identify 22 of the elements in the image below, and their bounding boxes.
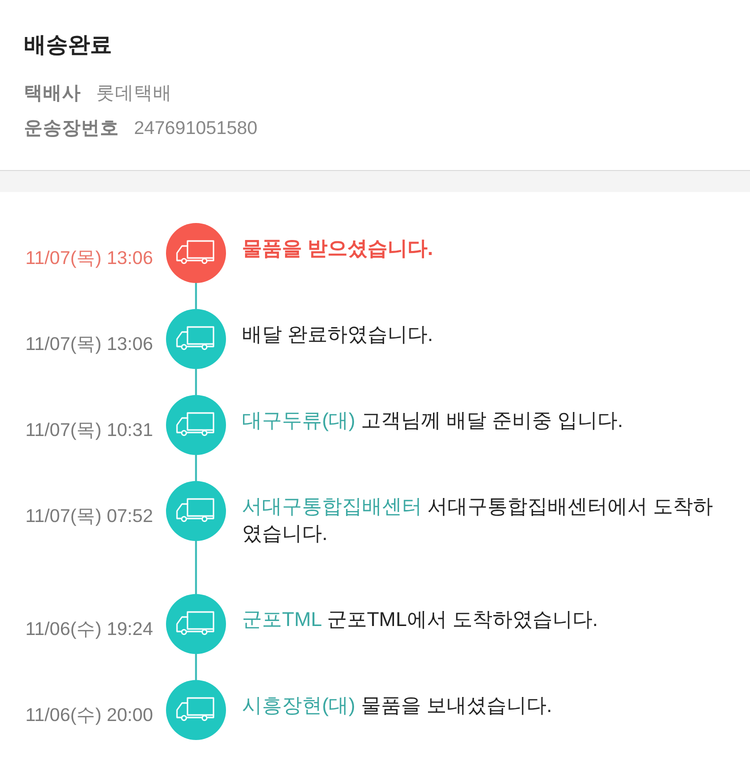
event-time: 11/07(목) 10:31 <box>25 419 153 440</box>
event-time: 11/06(수) 20:00 <box>25 704 153 725</box>
event-message: 서대구통합집배센터 서대구통합집배센터에서 도착하였습니다. <box>242 495 714 547</box>
event-time: 11/06(수) 19:24 <box>25 618 153 639</box>
event-time: 11/07(목) 13:06 <box>25 333 153 354</box>
event-time: 11/07(목) 07:52 <box>25 505 153 526</box>
field-value: 롯데택배 <box>96 81 172 105</box>
connector-line <box>195 369 197 395</box>
status-title: 배송완료 <box>24 31 112 59</box>
event-message: 시흥장현(대) 물품을 보내셨습니다. <box>242 694 554 719</box>
event-message: 물품을 받으셨습니다. <box>242 237 434 262</box>
connector-line <box>195 283 197 309</box>
field-label: 운송장번호 <box>24 116 119 140</box>
event-message: 대구두류(대) 고객님께 배달 준비중 입니다. <box>242 409 624 434</box>
field-value: 247691051580 <box>134 116 258 140</box>
field-label: 택배사 <box>24 81 81 105</box>
event-message: 배달 완료하였습니다. <box>242 323 434 348</box>
event-time: 11/07(목) 13:06 <box>25 247 153 268</box>
event-message: 군포TML 군포TML에서 도착하였습니다. <box>242 608 599 633</box>
connector-line <box>195 541 197 594</box>
connector-line <box>195 654 197 680</box>
connector-line <box>195 455 197 481</box>
